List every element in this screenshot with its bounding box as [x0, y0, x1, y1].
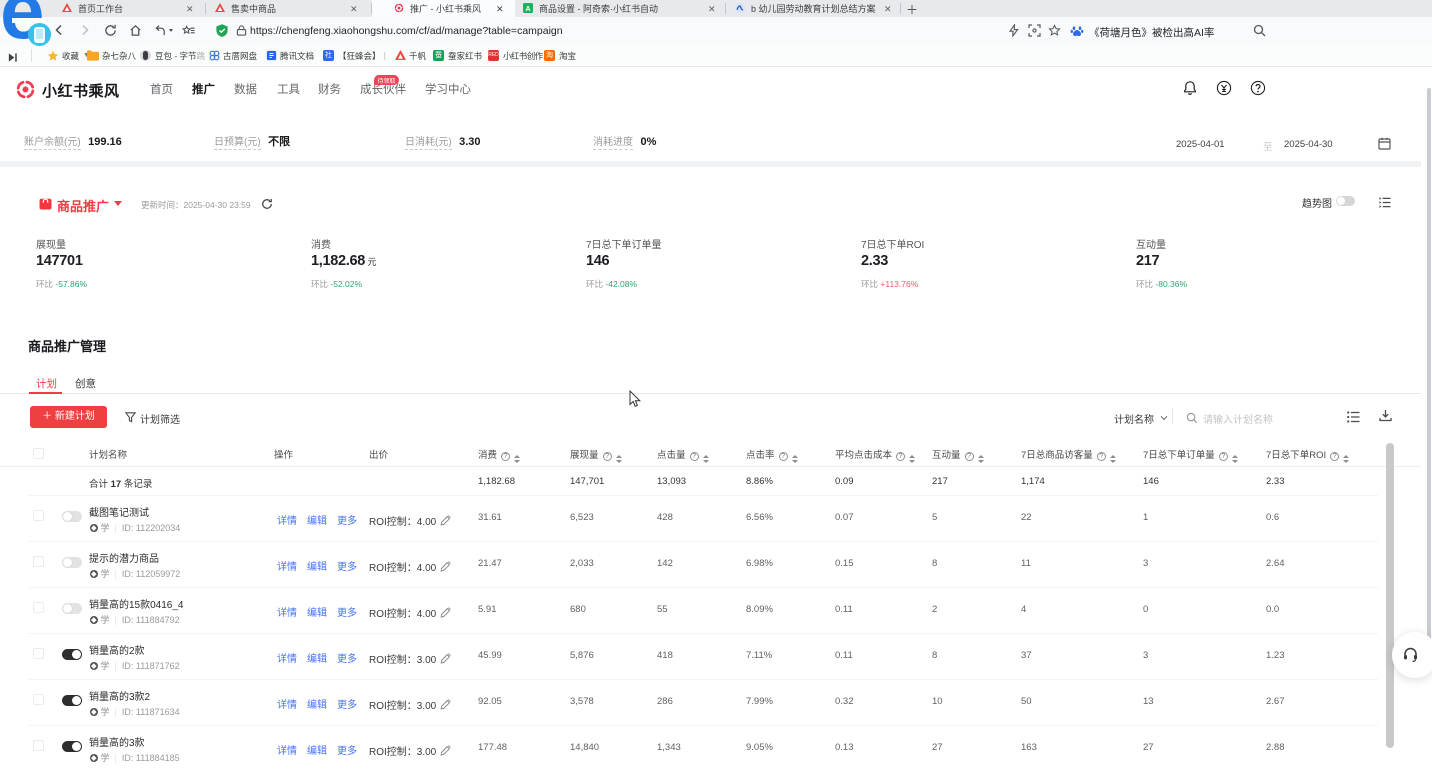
svg-text:A: A	[525, 6, 530, 13]
